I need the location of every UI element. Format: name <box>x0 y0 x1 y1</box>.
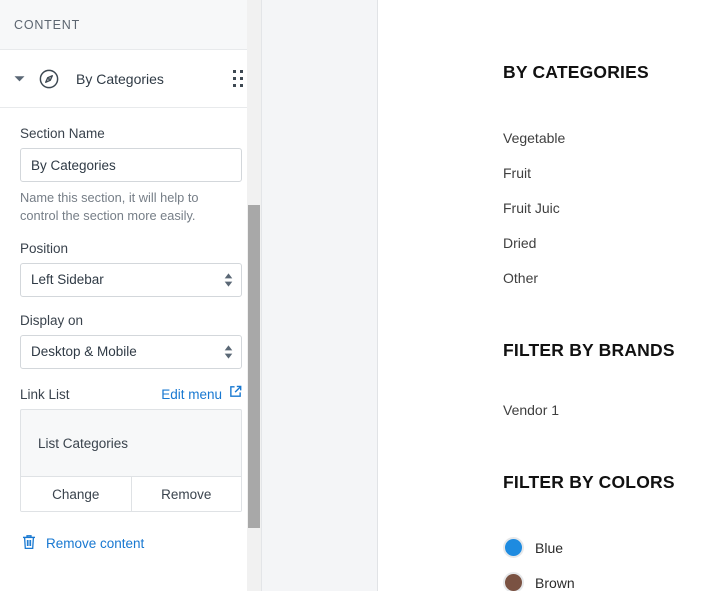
field-link-list: Link List Edit menu List Categories Chan… <box>20 385 242 512</box>
section-name-input[interactable] <box>20 148 242 182</box>
preview-brands-heading: FILTER BY BRANDS <box>503 340 675 360</box>
storefront-preview: BY CATEGORIES Vegetable Fruit Fruit Juic… <box>378 0 709 591</box>
panel-header-title: CONTENT <box>14 17 81 32</box>
remove-content-action[interactable]: Remove content <box>20 534 241 553</box>
edit-menu-group[interactable]: Edit menu <box>161 385 242 403</box>
change-button[interactable]: Change <box>21 477 131 511</box>
link-list-actions: Change Remove <box>21 476 241 511</box>
list-item[interactable]: Brown <box>503 572 709 591</box>
color-swatch-brown <box>503 572 524 591</box>
position-select[interactable]: Left Sidebar <box>20 263 242 297</box>
section-row[interactable]: By Categories <box>0 50 261 108</box>
preview-categories-list: Vegetable Fruit Fruit Juic Dried Other <box>503 121 709 296</box>
list-item[interactable]: Fruit <box>503 156 709 191</box>
color-label: Blue <box>535 539 564 556</box>
panel-header: CONTENT <box>0 0 261 50</box>
remove-content-label: Remove content <box>46 536 145 551</box>
position-select-wrap: Left Sidebar <box>20 263 242 297</box>
remove-button[interactable]: Remove <box>130 477 241 511</box>
list-item[interactable]: Blue <box>503 537 709 558</box>
app-root: CONTENT By Categories Section Name By Ca… <box>0 0 709 591</box>
drag-handle-icon[interactable] <box>229 69 247 88</box>
list-item[interactable]: Vegetable <box>503 121 709 156</box>
panel-scrollbar-track[interactable] <box>247 0 261 591</box>
link-list-card: List Categories Change Remove <box>20 409 242 512</box>
field-position: Position Left Sidebar <box>20 241 242 297</box>
external-link-icon[interactable] <box>229 385 242 403</box>
editor-form: Section Name Name this section, it will … <box>0 108 261 553</box>
link-list-selected: List Categories <box>38 435 129 451</box>
display-on-select[interactable]: Desktop & Mobile <box>20 335 242 369</box>
link-list-header: Link List Edit menu <box>20 385 242 403</box>
list-item[interactable]: Fruit Juic <box>503 191 709 226</box>
position-label: Position <box>20 241 69 256</box>
caret-down-icon[interactable] <box>8 75 30 83</box>
trash-icon <box>22 534 36 553</box>
list-item[interactable]: Other <box>503 261 709 296</box>
canvas-gutter <box>262 0 378 591</box>
display-on-label: Display on <box>20 313 84 328</box>
preview-colors-heading: FILTER BY COLORS <box>503 472 675 492</box>
field-section-name: Section Name Name this section, it will … <box>20 126 242 225</box>
section-name-label: Section Name <box>20 126 105 141</box>
edit-menu-link[interactable]: Edit menu <box>161 387 222 402</box>
list-item[interactable]: Dried <box>503 226 709 261</box>
field-display-on: Display on Desktop & Mobile <box>20 313 242 369</box>
list-item[interactable]: Vendor 1 <box>503 393 709 428</box>
section-row-label: By Categories <box>76 70 164 87</box>
link-list-label: Link List <box>20 386 70 402</box>
preview-colors-list: Blue Brown <box>503 537 709 591</box>
content-editor-panel: CONTENT By Categories Section Name By Ca… <box>0 0 262 591</box>
preview-categories-heading: BY CATEGORIES <box>503 62 649 82</box>
color-swatch-blue <box>503 537 524 558</box>
section-name-help: Name this section, it will help to contr… <box>20 190 199 223</box>
display-on-select-wrap: Desktop & Mobile <box>20 335 242 369</box>
compass-icon <box>34 68 64 90</box>
color-label: Brown <box>535 574 575 591</box>
preview-brands-list: Vendor 1 <box>503 393 709 428</box>
panel-scrollbar-thumb[interactable] <box>248 205 260 528</box>
